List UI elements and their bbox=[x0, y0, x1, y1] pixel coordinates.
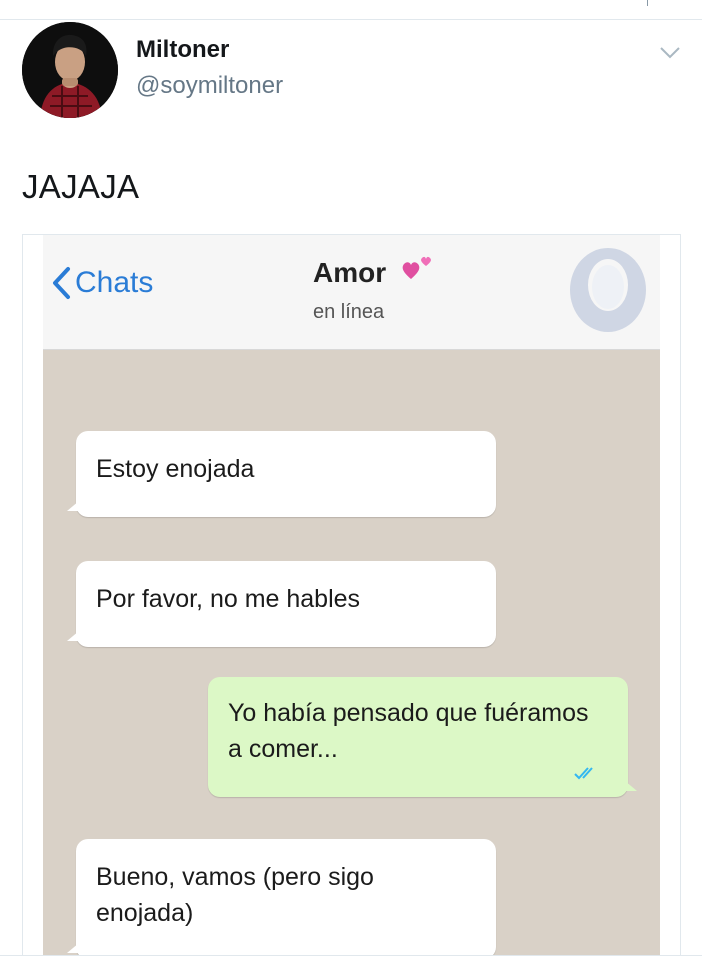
chevron-left-icon bbox=[53, 267, 70, 299]
message-text: Bueno, vamos (pero sigo enojada) bbox=[96, 863, 374, 927]
message-text: Estoy enojada bbox=[96, 455, 255, 483]
display-name[interactable]: Miltoner bbox=[136, 36, 229, 64]
contact-name[interactable]: Amor bbox=[313, 257, 386, 289]
top-divider bbox=[0, 19, 702, 20]
online-status: en línea bbox=[313, 301, 385, 323]
default-avatar-icon[interactable] bbox=[568, 247, 648, 333]
avatar[interactable] bbox=[22, 22, 118, 118]
back-button[interactable]: Chats bbox=[51, 265, 153, 301]
message-text: Por favor, no me hables bbox=[96, 585, 361, 613]
top-edge-mark bbox=[647, 0, 648, 6]
bottom-divider bbox=[0, 955, 702, 956]
message-text: Yo había pensado que fuéramos a comer... bbox=[228, 699, 589, 763]
chat-header: Chats Amor en línea bbox=[43, 235, 660, 350]
tweet-text: JAJAJA bbox=[22, 168, 140, 205]
message-bubble-incoming[interactable]: Bueno, vamos (pero sigo enojada) bbox=[67, 839, 496, 955]
double-check-icon bbox=[574, 767, 593, 780]
chat-background: Estoy enojada Por favor, no me hables Yo… bbox=[43, 350, 660, 955]
tweet-image[interactable]: Chats Amor en línea Estoy enojada Por fa… bbox=[22, 234, 681, 956]
user-handle[interactable]: @soymiltoner bbox=[136, 72, 283, 100]
profile-photo-icon bbox=[22, 22, 118, 118]
chevron-down-icon[interactable] bbox=[658, 40, 682, 64]
back-label: Chats bbox=[75, 266, 154, 299]
message-bubble-incoming[interactable]: Por favor, no me hables bbox=[67, 561, 496, 647]
two-hearts-icon bbox=[402, 256, 431, 279]
message-bubble-incoming[interactable]: Estoy enojada bbox=[67, 431, 496, 517]
message-bubble-outgoing[interactable]: Yo había pensado que fuéramos a comer... bbox=[208, 677, 637, 797]
